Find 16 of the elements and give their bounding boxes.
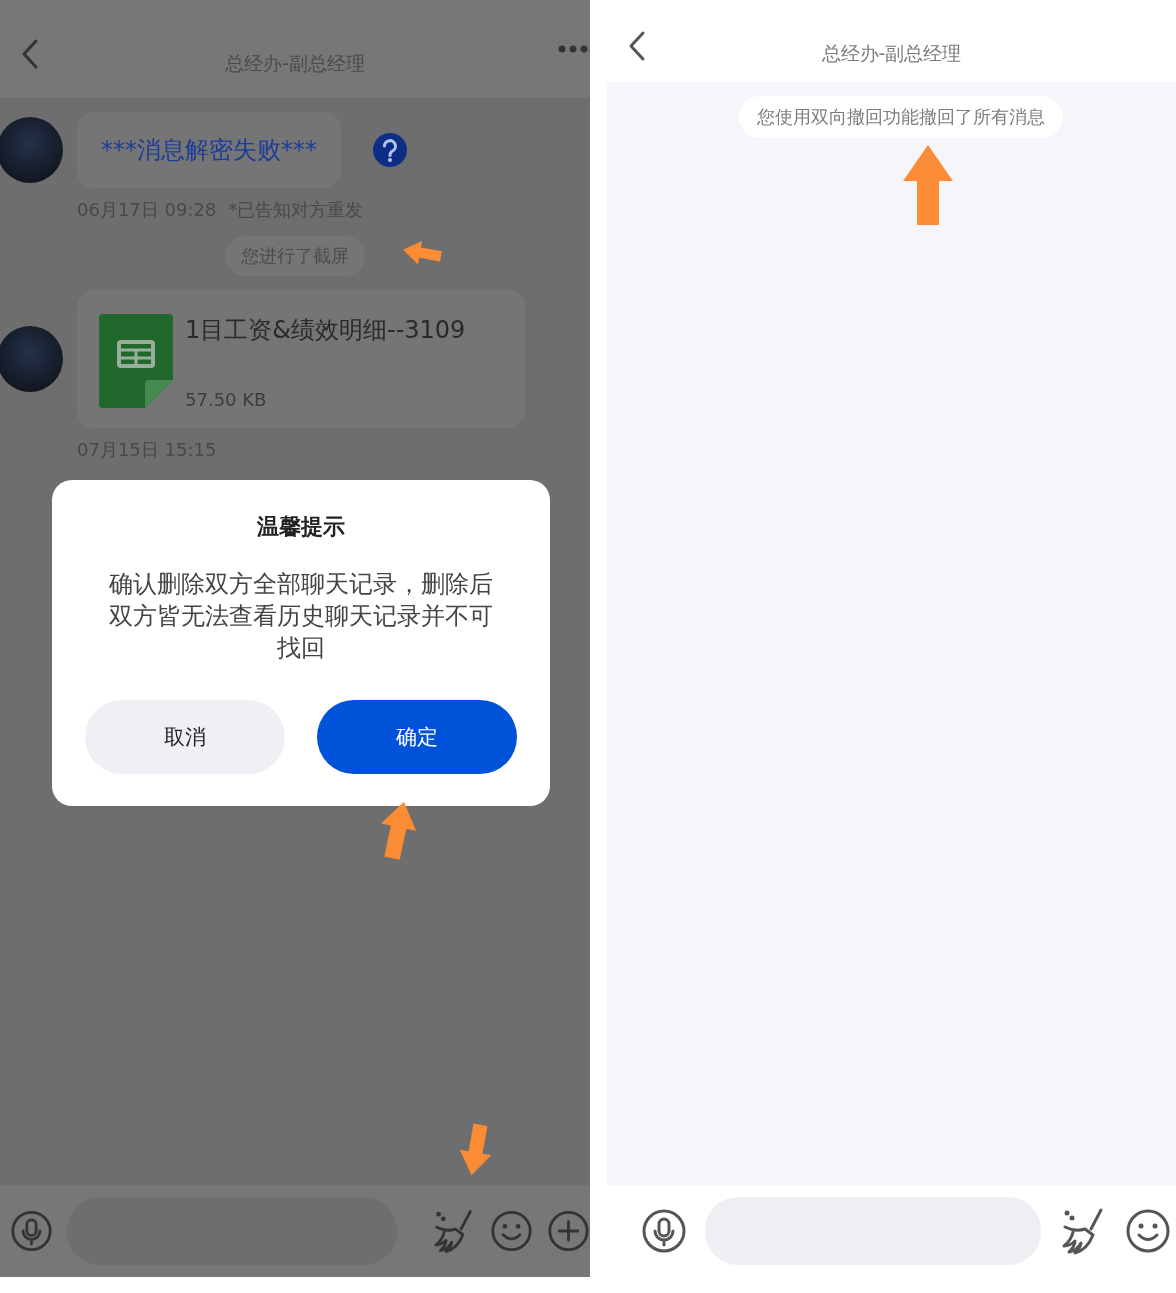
spreadsheet-icon bbox=[99, 314, 173, 408]
more-icon[interactable] bbox=[558, 45, 588, 53]
chat-title: 总经办-副总经理 bbox=[821, 41, 962, 66]
emoji-icon[interactable] bbox=[1125, 1208, 1171, 1254]
dialog-message: 确认删除双方全部聊天记录，删除后双方皆无法查看历史聊天记录并不可找回 bbox=[108, 569, 494, 664]
dialog-title: 温馨提示 bbox=[257, 513, 345, 541]
system-notice: 您使用双向撤回功能撤回了所有消息 bbox=[738, 96, 1063, 138]
help-icon[interactable] bbox=[373, 133, 407, 167]
microphone-icon[interactable] bbox=[641, 1208, 687, 1254]
plus-icon[interactable] bbox=[547, 1208, 590, 1254]
file-size: 57.50 KB bbox=[185, 389, 268, 410]
back-icon[interactable] bbox=[628, 30, 646, 62]
file-name: 1目工资&绩效明细--3109 bbox=[185, 315, 466, 346]
confirm-button[interactable]: 确定 bbox=[317, 700, 517, 774]
cancel-button[interactable]: 取消 bbox=[85, 700, 285, 774]
message-bubble: ***消息解密失败*** bbox=[77, 112, 341, 188]
